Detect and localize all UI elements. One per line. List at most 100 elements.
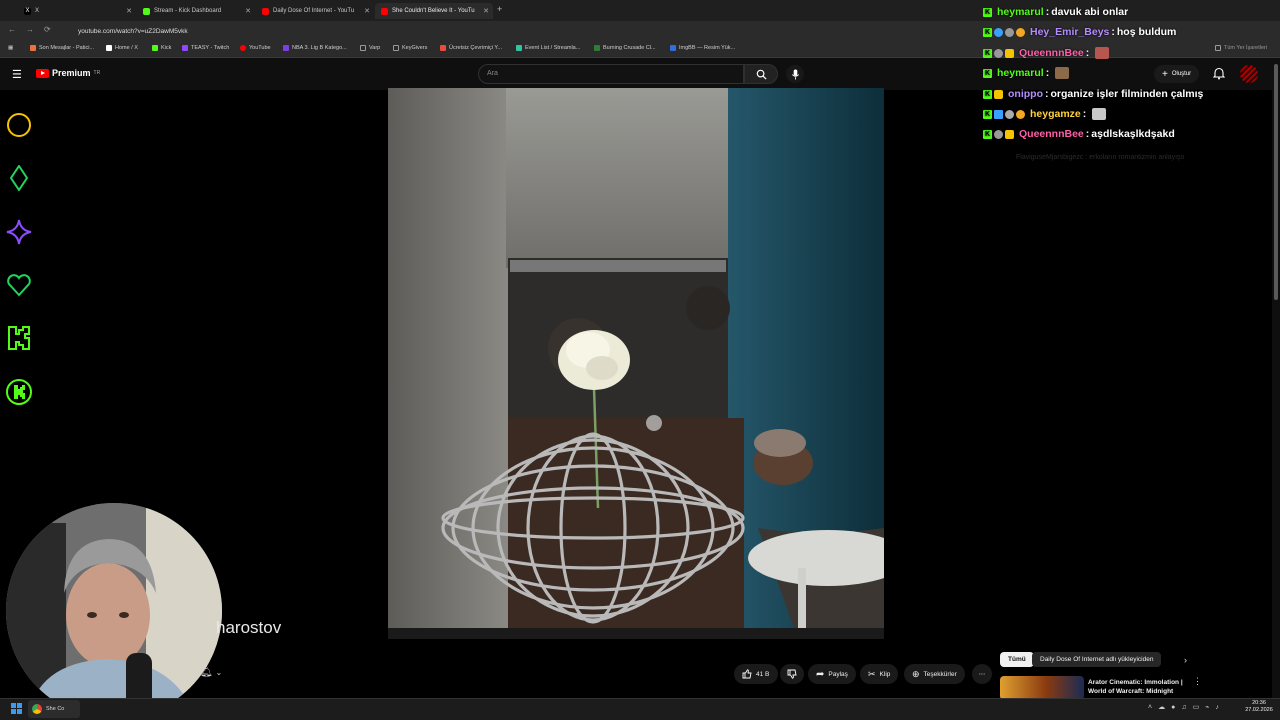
share-label: Paylaş <box>828 670 848 678</box>
chevron-right-icon[interactable]: › <box>1184 655 1187 665</box>
chat-emote <box>1095 47 1110 59</box>
all-bookmarks[interactable]: Tüm Yer İşaretleri <box>1215 45 1267 51</box>
tab-title: X <box>35 8 40 14</box>
bell-icon: 🔔︎ <box>200 667 213 678</box>
channel-name[interactable]: harostov <box>216 618 281 638</box>
windows-start-icon[interactable] <box>11 703 22 714</box>
url-text: youtube.com/watch?v=uZ2DawM5vkk <box>78 27 188 35</box>
notifications-button[interactable] <box>1212 67 1226 85</box>
thanks-icon: ⊕ <box>912 668 920 679</box>
folder-icon <box>393 45 399 51</box>
circle-icon <box>7 113 31 137</box>
close-tab-icon[interactable]: ✕ <box>364 7 370 15</box>
bookmark[interactable]: NBA 3. Lig B Katego... <box>283 45 347 51</box>
bookmark-label: Burning Crusade Cl... <box>603 45 656 51</box>
chat-message-faded: FlaviguseMjarsbigezc : erkoların romanti… <box>1016 154 1185 161</box>
crown-badge-icon <box>994 89 1003 99</box>
taskbar-app-chrome[interactable]: She Co <box>28 700 80 718</box>
subscription-bell[interactable]: 🔔︎ ⌄ <box>200 667 222 678</box>
bookmark[interactable]: TEASY - Twitch <box>182 45 229 51</box>
chat-username: heymarul <box>997 6 1044 18</box>
bookmark[interactable]: ImgBB — Resim Yük... <box>670 45 735 51</box>
kick-badge-icon: K <box>983 109 992 119</box>
mic-button[interactable] <box>786 65 804 83</box>
streamer-avatar <box>6 503 222 719</box>
chat-username: heygamze <box>1030 108 1081 120</box>
kick-badge-icon: K <box>983 89 992 99</box>
youtube-play-icon <box>36 68 49 78</box>
recommended-title[interactable]: Arator Cinematic: Immolation | World of … <box>1088 678 1188 696</box>
browser-tab[interactable]: Daily Dose Of Internet - YouTu ✕ <box>256 3 374 19</box>
browser-tab[interactable]: X X ✕ <box>18 3 136 19</box>
search-input[interactable]: Ara <box>478 64 744 84</box>
apps-icon[interactable]: ▦ <box>8 45 13 51</box>
create-label: Oluştur <box>1171 71 1192 77</box>
bookmark-label: Son Mesajlar - Patici... <box>39 45 95 51</box>
bookmark[interactable]: Event List / Streamla... <box>516 45 580 51</box>
new-tab-icon[interactable]: + <box>497 4 502 14</box>
clip-label: Klip <box>879 670 891 678</box>
recommended-thumbnail[interactable] <box>1000 676 1084 700</box>
tab-title: Stream - Kick Dashboard <box>154 8 222 14</box>
scrollbar-thumb[interactable] <box>1274 64 1278 300</box>
plus-icon: + <box>1162 68 1168 80</box>
taskbar-clock[interactable]: 20:36 27.02.2026 <box>1242 700 1276 714</box>
account-avatar[interactable] <box>1240 65 1258 83</box>
gift-badge-icon <box>994 48 1003 58</box>
chat-username: QueennnBee <box>1019 47 1084 59</box>
kick-icon <box>143 7 150 15</box>
browser-tab[interactable]: Stream - Kick Dashboard ✕ <box>137 3 255 19</box>
create-button[interactable]: + Oluştur <box>1154 65 1200 83</box>
gift-badge-icon <box>1005 27 1014 37</box>
url-field[interactable]: youtube.com/watch?v=uZ2DawM5vkk <box>62 24 622 38</box>
menu-icon[interactable]: ☰ <box>12 68 22 81</box>
dislike-button[interactable] <box>780 664 804 684</box>
nav-buttons[interactable]: ←→⟳ <box>8 25 61 34</box>
kick-badge-icon: K <box>983 129 992 139</box>
video-player[interactable] <box>388 88 884 639</box>
bookmark[interactable]: Home / X <box>106 45 138 51</box>
youtube-logo[interactable]: Premium TR <box>36 68 100 78</box>
bookmark-label: Ücretsiz Çevrimiçi Y... <box>449 45 502 51</box>
close-tab-icon[interactable]: ✕ <box>245 7 251 15</box>
bookmark[interactable]: Kick <box>152 45 171 51</box>
bookmark-icon <box>30 45 36 51</box>
bookmark-label: Home / X <box>115 45 138 51</box>
search-button[interactable] <box>744 64 778 84</box>
bookmark[interactable]: KeyGivers <box>393 45 427 51</box>
gift-badge-icon <box>994 129 1003 139</box>
thanks-label: Teşekkürler <box>923 670 957 678</box>
clip-button[interactable]: ✂ Klip <box>860 664 899 684</box>
more-actions-button[interactable]: ⋯ <box>972 664 992 684</box>
crown-badge-icon <box>1005 129 1014 139</box>
bookmark[interactable]: YouTube <box>240 45 271 51</box>
chat-text: aşdlskaşlkdşakd <box>1091 128 1175 140</box>
chip-uploader[interactable]: Daily Dose Of Internet adlı yükleyiciden <box>1032 652 1162 667</box>
bookmark[interactable]: Ücretsiz Çevrimiçi Y... <box>440 45 502 51</box>
logo-text: Premium <box>52 68 91 78</box>
tab-title: She Couldn't Believe It - YouTu <box>392 8 475 14</box>
chat-text: organize işler filminden çalmış <box>1050 88 1204 100</box>
kick-badge-icon: K <box>983 27 992 37</box>
share-button[interactable]: ➦ Paylaş <box>808 664 856 684</box>
kick-badge-icon: K <box>983 48 992 58</box>
like-button[interactable]: 41 B <box>734 664 778 684</box>
close-tab-icon[interactable]: ✕ <box>483 7 489 15</box>
chat-message: K heymarul : <box>983 65 1070 81</box>
youtube-icon <box>381 7 388 15</box>
chip-all[interactable]: Tümü <box>1000 652 1034 667</box>
thanks-button[interactable]: ⊕ Teşekkürler <box>904 664 965 684</box>
bookmark-icon <box>670 45 676 51</box>
bookmark[interactable]: Varp <box>360 45 380 51</box>
browser-tab-active[interactable]: She Couldn't Believe It - YouTu ✕ <box>375 3 493 19</box>
close-tab-icon[interactable]: ✕ <box>126 7 132 15</box>
bookmark[interactable]: Son Mesajlar - Patici... <box>30 45 94 51</box>
more-vertical-icon[interactable]: ⋮ <box>1193 676 1202 687</box>
bookmark-icon <box>283 45 289 51</box>
system-tray[interactable]: ˄☁●♫▭⌁♪ <box>1148 703 1225 711</box>
chat-emote <box>1055 67 1070 79</box>
bell-icon <box>1212 67 1226 80</box>
youtube-icon <box>262 7 269 15</box>
scissors-icon: ✂ <box>868 668 876 679</box>
bookmark[interactable]: Burning Crusade Cl... <box>594 45 656 51</box>
